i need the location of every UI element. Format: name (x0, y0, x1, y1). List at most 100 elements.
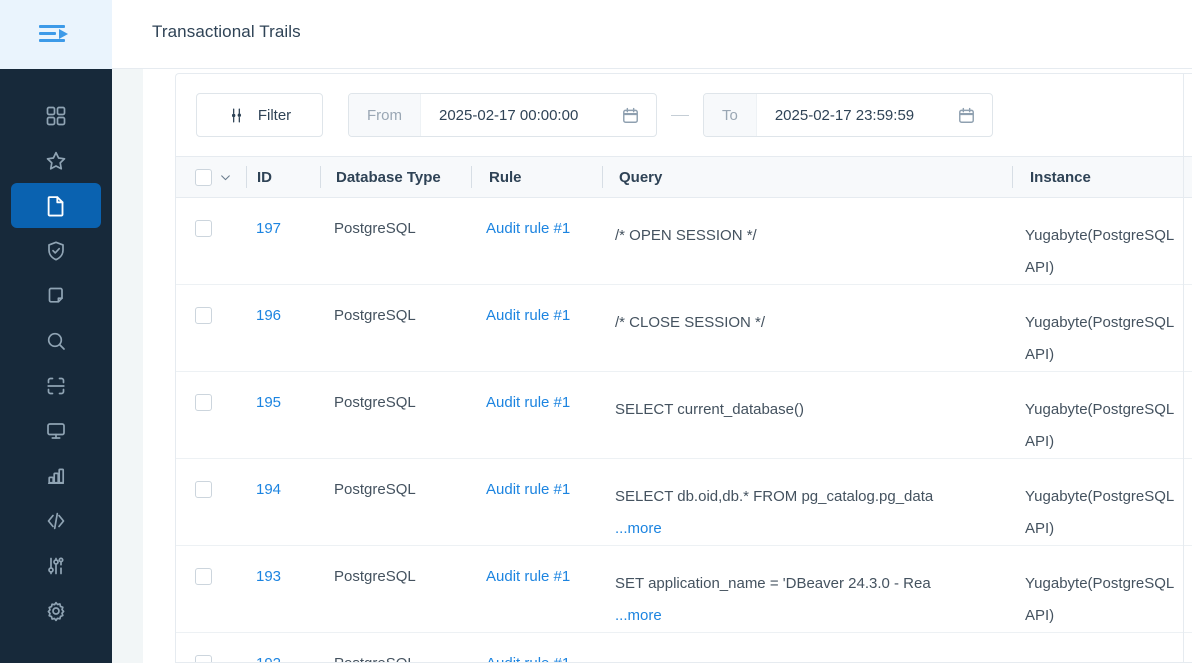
cell-id[interactable]: 195 (246, 372, 319, 411)
row-select-cell (176, 285, 246, 324)
sidebar-item-scan[interactable] (0, 363, 112, 408)
column-header-id[interactable]: ID (247, 169, 320, 186)
page-title: Transactional Trails (152, 22, 301, 42)
shield-check-icon (44, 239, 68, 263)
cell-id[interactable]: 197 (246, 198, 319, 237)
sidebar-item-favorites[interactable] (0, 138, 112, 183)
calendar-icon[interactable] (621, 94, 656, 136)
table-row[interactable]: 192PostgreSQLAudit rule #1SET applicatio… (176, 633, 1192, 663)
table-row[interactable]: 194PostgreSQLAudit rule #1 SELECT db.oid,… (176, 459, 1192, 546)
filter-toolbar: Filter From 2025-02-17 00:00:00 (176, 74, 1192, 156)
sidebar-item-copies[interactable] (0, 273, 112, 318)
cell-database-type: PostgreSQL (319, 372, 469, 411)
from-date-field[interactable]: From 2025-02-17 00:00:00 (348, 93, 657, 137)
sidebar-item-security[interactable] (0, 228, 112, 273)
cell-instance: Yugabyte(PostgreSQL API) (1008, 285, 1192, 371)
row-select-cell (176, 372, 246, 411)
cell-query: /* CLOSE SESSION */ (599, 285, 1008, 339)
cell-query: /* OPEN SESSION */ (599, 198, 1008, 252)
select-all-checkbox[interactable] (195, 169, 212, 186)
top-bar: Transactional Trails (112, 0, 1192, 69)
column-header-rule[interactable]: Rule (472, 169, 602, 186)
sidebar-item-settings-sliders[interactable] (0, 543, 112, 588)
sidebar-item-transactional-trails[interactable] (0, 183, 112, 228)
grid-icon (44, 104, 68, 128)
sidebar-item-dashboard[interactable] (0, 93, 112, 138)
table-header-row: ID Database Type Rule Query Instance (176, 156, 1192, 198)
app-root: Transactional Trails Filter (0, 0, 1192, 663)
from-date-value[interactable]: 2025-02-17 00:00:00 (421, 94, 621, 136)
cell-instance: Yugabyte(PostgreSQL API) (1008, 198, 1192, 284)
instance-text: Yugabyte(PostgreSQL API) (1025, 481, 1192, 545)
column-header-query[interactable]: Query (603, 169, 1012, 186)
query-text: /* CLOSE SESSION */ (615, 314, 765, 331)
table-row[interactable]: 193PostgreSQLAudit rule #1SET applicatio… (176, 546, 1192, 633)
trails-card: Filter From 2025-02-17 00:00:00 (175, 73, 1192, 663)
cell-id[interactable]: 193 (246, 546, 319, 585)
gear-icon (44, 599, 68, 623)
cell-rule[interactable]: Audit rule #1 (469, 198, 599, 237)
sidebar-item-api[interactable] (0, 498, 112, 543)
instance-text: Yugabyte(PostgreSQL API) (1025, 568, 1192, 632)
date-range: From 2025-02-17 00:00:00 To (348, 93, 993, 137)
sidebar-item-discovery[interactable] (0, 318, 112, 363)
table-row[interactable]: 195PostgreSQLAudit rule #1 SELECT current… (176, 372, 1192, 459)
cell-instance: Yugabyte(PostgreSQL API) (1008, 459, 1192, 545)
query-text: SELECT current_database() (615, 401, 804, 418)
row-checkbox[interactable] (195, 220, 212, 237)
cell-id[interactable]: 194 (246, 459, 319, 498)
row-checkbox[interactable] (195, 307, 212, 324)
sliders-icon (44, 554, 68, 578)
range-separator (671, 115, 689, 116)
cell-rule[interactable]: Audit rule #1 (469, 633, 599, 663)
instance-text: Yugabyte(PostgreSQL API) (1025, 220, 1192, 284)
cell-rule[interactable]: Audit rule #1 (469, 285, 599, 324)
query-more-link[interactable]: ...more (615, 600, 1008, 632)
cell-instance: Yugabyte(PostgreSQL API) (1008, 372, 1192, 458)
code-icon (44, 509, 68, 533)
cell-rule[interactable]: Audit rule #1 (469, 546, 599, 585)
row-select-cell (176, 546, 246, 585)
row-select-cell (176, 633, 246, 663)
cell-rule[interactable]: Audit rule #1 (469, 372, 599, 411)
to-date-value[interactable]: 2025-02-17 23:59:59 (757, 94, 957, 136)
filter-button-label: Filter (258, 107, 291, 124)
cell-database-type: PostgreSQL (319, 459, 469, 498)
query-more-link[interactable]: ...more (615, 513, 1008, 545)
table-body: 197PostgreSQLAudit rule #1/* OPEN SESSIO… (176, 198, 1192, 663)
row-checkbox[interactable] (195, 568, 212, 585)
query-text: SET application_name = 'DBeaver 24.3.0 -… (615, 575, 931, 592)
select-all-cell (176, 169, 246, 186)
cell-database-type: PostgreSQL (319, 633, 469, 663)
row-checkbox[interactable] (195, 655, 212, 663)
to-date-field[interactable]: To 2025-02-17 23:59:59 (703, 93, 993, 137)
trails-table: ID Database Type Rule Query Instance 197… (176, 156, 1192, 663)
cell-query: SET application_name = 'PostgreSQL JDBC … (599, 633, 1008, 663)
star-icon (44, 149, 68, 173)
calendar-icon[interactable] (957, 94, 992, 136)
bar-chart-icon (44, 464, 68, 488)
cell-query: SELECT db.oid,db.* FROM pg_catalog.pg_da… (599, 459, 1008, 545)
chevron-down-icon[interactable] (219, 171, 232, 184)
instance-column-separator (1183, 74, 1184, 662)
table-row[interactable]: 197PostgreSQLAudit rule #1/* OPEN SESSIO… (176, 198, 1192, 285)
cell-id[interactable]: 196 (246, 285, 319, 324)
cell-rule[interactable]: Audit rule #1 (469, 459, 599, 498)
cell-id[interactable]: 192 (246, 633, 319, 663)
column-header-instance[interactable]: Instance (1013, 169, 1192, 186)
filter-button[interactable]: Filter (196, 93, 323, 137)
sliders-icon (228, 107, 245, 124)
copy-icon (44, 284, 68, 308)
document-icon (43, 193, 69, 219)
sidebar-item-monitoring[interactable] (0, 408, 112, 453)
query-text: SELECT db.oid,db.* FROM pg_catalog.pg_da… (615, 488, 933, 505)
sidebar-item-reports[interactable] (0, 453, 112, 498)
sidebar-item-configuration[interactable] (0, 588, 112, 633)
row-checkbox[interactable] (195, 481, 212, 498)
column-header-database-type[interactable]: Database Type (321, 169, 471, 186)
cell-database-type: PostgreSQL (319, 285, 469, 324)
table-row[interactable]: 196PostgreSQLAudit rule #1 /* CLOSE SESSI… (176, 285, 1192, 372)
row-checkbox[interactable] (195, 394, 212, 411)
cell-instance: Yugabyte(PostgreSQL API) (1008, 546, 1192, 632)
menu-expand-icon[interactable] (39, 20, 73, 50)
